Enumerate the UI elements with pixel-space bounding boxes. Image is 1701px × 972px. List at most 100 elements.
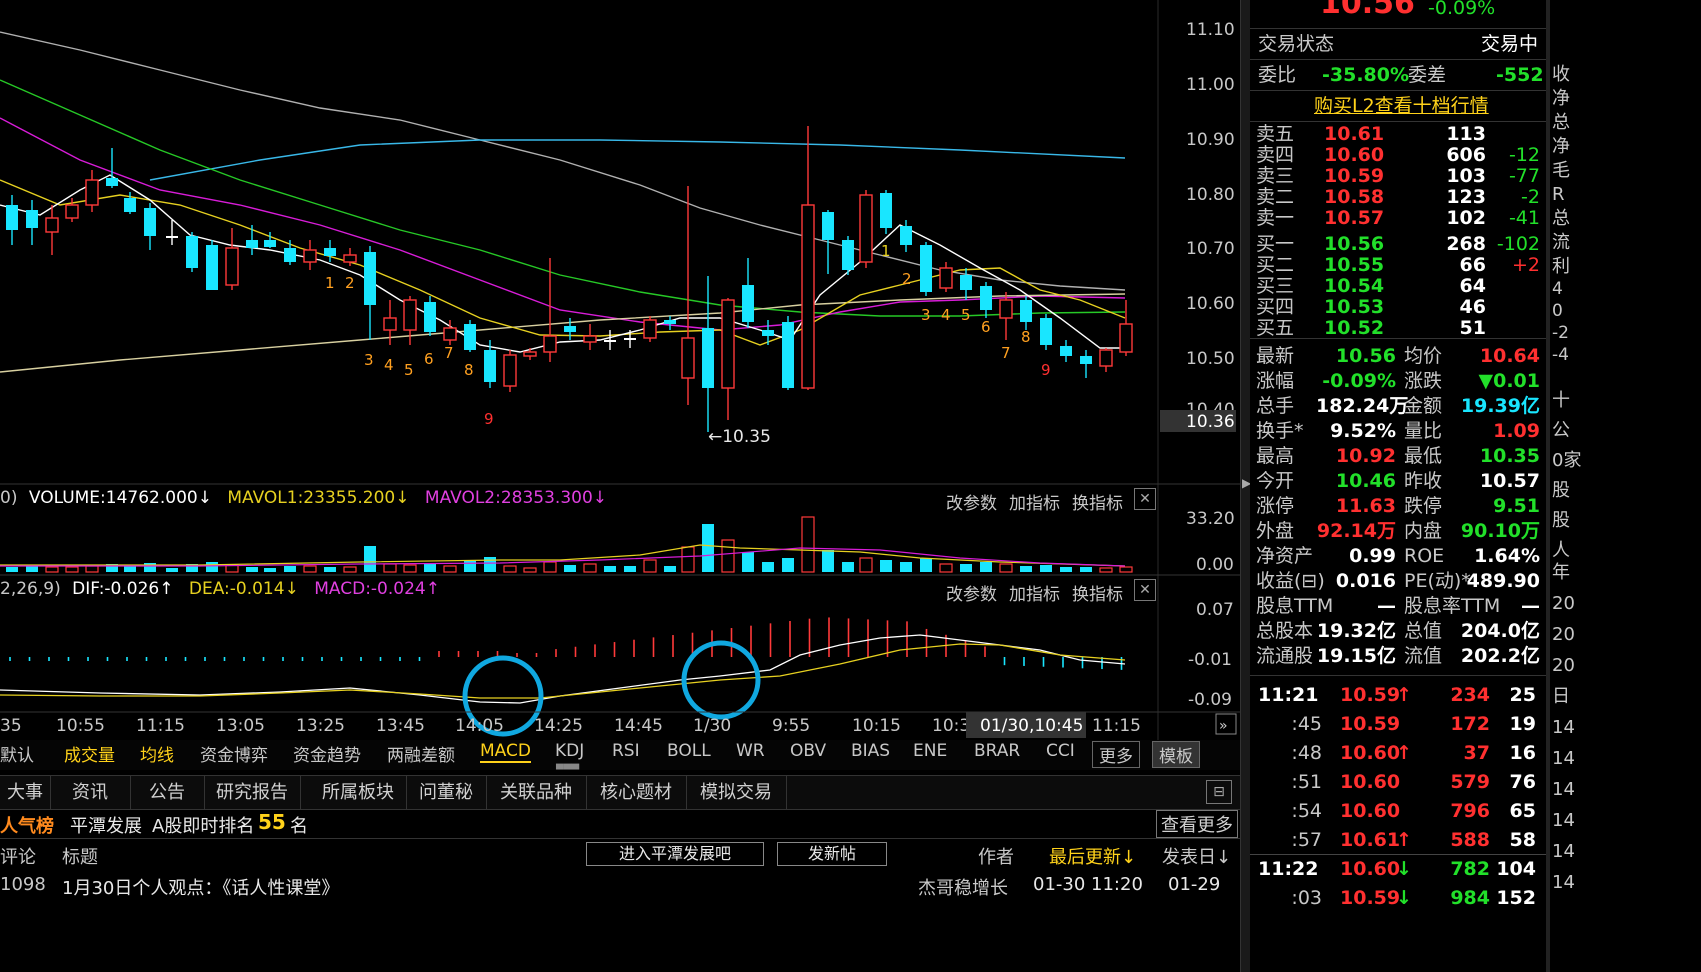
volume-add-indicator-button[interactable]: 加指标 (1009, 489, 1060, 514)
volume-bar (999, 563, 1013, 573)
candle-body (246, 240, 258, 248)
stat-value: 19.32亿 (1316, 620, 1396, 642)
info-tab[interactable]: 研究报告 (204, 776, 301, 809)
indicator-tab[interactable]: 资金趋势 (293, 741, 361, 766)
info-tab[interactable]: 模拟交易 (686, 776, 787, 809)
indicator-tab[interactable]: 两融差额 (387, 741, 455, 766)
stat-value: 19.15亿 (1316, 645, 1396, 667)
indicator-tab[interactable]: MACD (480, 741, 531, 763)
low-price-marker: ←10.35 (708, 427, 771, 447)
forum-last-update-col[interactable]: 最后更新↓ (1049, 843, 1136, 869)
macd-tick-high: 0.07 (1196, 600, 1234, 620)
seq-label-right: 6 (981, 318, 991, 336)
indicator-tab[interactable]: BRAR (974, 741, 1020, 761)
stat-label: 净资产 (1256, 545, 1314, 567)
macd-swap-indicator-button[interactable]: 换指标 (1072, 580, 1123, 605)
post-author[interactable]: 杰哥稳增长 (918, 874, 1008, 900)
indicator-tab[interactable]: 均线 (140, 741, 174, 766)
time-tick: 14:05 (455, 716, 504, 736)
candle-body (999, 299, 1013, 319)
candle-body (324, 248, 336, 256)
volume-bar (543, 561, 557, 573)
post-title[interactable]: 1月30日个人观点：《话人性课堂》 (62, 874, 339, 900)
stat-label: 金额 (1404, 395, 1443, 417)
new-post-button[interactable]: 发新帖 (777, 842, 887, 866)
tick-volume: 984 (1450, 887, 1490, 909)
stat-label: 涨跌 (1404, 370, 1443, 392)
candle-body (186, 236, 198, 268)
side-label: 14 (1552, 748, 1575, 769)
forum-post-date-col[interactable]: 发表日↓ (1162, 843, 1231, 869)
price-tick: 10.60 (1186, 294, 1235, 314)
stat-label: 最低 (1404, 445, 1443, 467)
tick-time: :54 (1291, 800, 1322, 822)
info-tab[interactable]: 核心题材 (586, 776, 687, 809)
volume-bar (880, 560, 892, 572)
stat-value: 10.57 (1479, 470, 1540, 492)
indicator-tab[interactable]: BOLL (667, 741, 711, 761)
seq-label-left: 6 (424, 350, 434, 368)
indicator-tab[interactable]: WR (736, 741, 765, 761)
enter-forum-button[interactable]: 进入平潭发展吧 (586, 842, 764, 866)
macd-close-icon[interactable]: ✕ (1134, 579, 1156, 601)
candle-body (303, 249, 317, 263)
time-tick: 13:05 (216, 716, 265, 736)
scrollbar[interactable] (1546, 0, 1550, 972)
scroll-right-icon: » (1219, 718, 1228, 734)
tick-price: 10.59 (1340, 713, 1401, 735)
price-tick: 10.80 (1186, 185, 1235, 205)
info-tab[interactable]: 关联品种 (486, 776, 587, 809)
macd-add-indicator-button[interactable]: 加指标 (1009, 580, 1060, 605)
view-more-button[interactable]: 查看更多 (1156, 810, 1238, 838)
seq-label-right: 3 (921, 306, 931, 324)
volume-bar (1060, 567, 1072, 572)
indicator-tab[interactable]: 默认 (0, 741, 34, 766)
ma-line-gray (0, 31, 1126, 291)
indicator-tab[interactable]: RSI (612, 741, 640, 761)
candle-body (762, 330, 774, 336)
volume-bar (960, 564, 972, 572)
indicator-tab[interactable]: 模板 (1152, 741, 1200, 768)
side-number: -4 (1552, 345, 1569, 365)
info-tab[interactable]: 资讯 (50, 776, 131, 809)
indicator-tab[interactable]: 资金博弈 (200, 741, 268, 766)
indicator-tab[interactable]: 更多 (1092, 741, 1140, 768)
forum-post-row[interactable]: 1098 1月30日个人观点：《话人性课堂》 杰哥稳增长 01-30 11:20… (0, 872, 1240, 902)
buy-l2-link[interactable]: 购买L2查看十档行情 (1314, 93, 1489, 119)
indicator-tab[interactable]: KDJ (555, 741, 584, 761)
collapse-icon[interactable]: ⊟ (1206, 780, 1232, 804)
indicator-tab[interactable]: ENE (913, 741, 947, 761)
resize-handle-icon[interactable]: ▀▀▀ (556, 766, 584, 776)
side-label: 14 (1552, 872, 1575, 893)
indicator-tab[interactable]: 成交量 (64, 741, 115, 766)
candle-body (900, 226, 912, 245)
info-tab[interactable]: 问董秘 (406, 776, 487, 809)
info-tab[interactable]: 公告 (130, 776, 205, 809)
status-label: 交易状态 (1258, 33, 1335, 55)
indicator-tab[interactable]: CCI (1046, 741, 1075, 761)
kline-chart[interactable]: 1 23 4 56 789123 4 56789 ←10.35 11.1011.0010.9… (0, 0, 1240, 740)
indicator-tab[interactable]: OBV (790, 741, 826, 761)
price-axis: 11.1011.0010.9010.8010.7010.6010.5010.40 (1186, 20, 1235, 420)
popularity-stock[interactable]: 平潭发展 (70, 812, 142, 838)
tick-time: :51 (1291, 771, 1322, 793)
volume-close-icon[interactable]: ✕ (1134, 488, 1156, 510)
ma-line-beige (0, 293, 1126, 373)
candle-body (225, 247, 239, 286)
status-value: 交易中 (1481, 33, 1539, 55)
volume-params-button[interactable]: 改参数 (946, 489, 997, 514)
info-tab[interactable]: 大事 (0, 776, 51, 809)
volume-bar (801, 516, 815, 573)
volume-bar (1040, 565, 1052, 572)
macd-params-button[interactable]: 改参数 (946, 580, 997, 605)
volume-swap-indicator-button[interactable]: 换指标 (1072, 489, 1123, 514)
tick-time: :03 (1291, 887, 1322, 909)
side-label: 20 (1552, 593, 1575, 614)
stat-label: 收益(⊟) (1256, 570, 1325, 592)
candle-body (721, 299, 735, 389)
tick-arrow: ↓ (1396, 858, 1412, 880)
volume-bar (303, 565, 317, 573)
indicator-tab[interactable]: BIAS (851, 741, 890, 761)
info-tab[interactable]: 所属板块 (310, 776, 407, 809)
time-tick: 14:45 (614, 716, 663, 736)
